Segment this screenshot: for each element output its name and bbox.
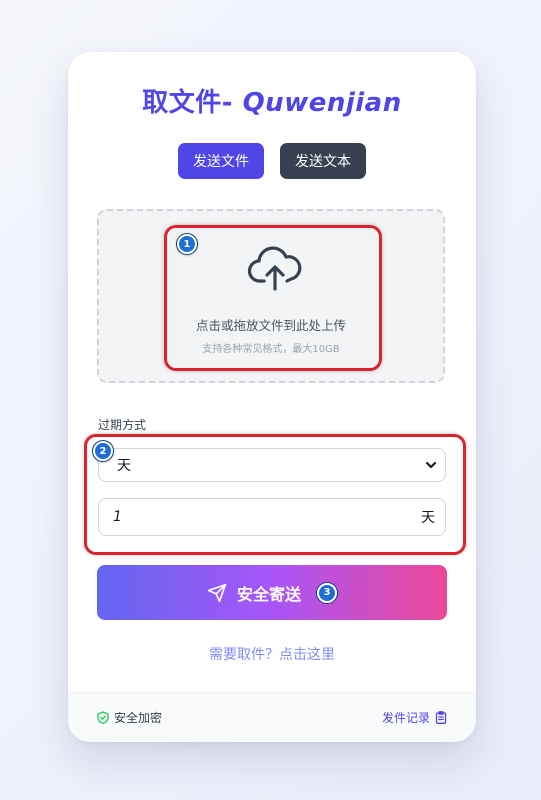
tab-send-text[interactable]: 发送文本 [280,143,366,179]
chevron-down-icon [425,461,437,469]
expiry-select[interactable]: 天 [98,448,446,482]
cloud-upload-icon [247,246,302,291]
page-title: 取文件- Quwenjian [68,82,476,119]
send-button-label: 安全寄送 [236,584,301,604]
annotation-badge-3: 3 [317,582,337,603]
expiry-amount-value: 1 [113,509,122,525]
expiry-label: 过期方式 [98,418,147,432]
retrieve-link[interactable]: 需要取件？点击这里 [68,644,476,664]
card-footer: 安全加密 发件记录 [68,692,476,742]
secure-send-button[interactable]: 安全寄送 3 [97,565,447,620]
expiry-unit-label: 天 [421,510,435,526]
clipboard-list-icon [435,711,447,724]
send-history-link[interactable]: 发件记录 [382,709,447,726]
send-card: 取文件- Quwenjian 发送文件 发送文本 点击或拖放文件到此处上传 支持… [68,52,476,742]
file-dropzone[interactable]: 点击或拖放文件到此处上传 支持各种常见格式，最大10GB [97,209,445,383]
expiry-select-value: 天 [117,458,131,474]
secure-label: 安全加密 [114,711,163,725]
mode-tabs: 发送文件 发送文本 [68,143,476,179]
secure-indicator: 安全加密 [97,709,162,726]
tab-send-file[interactable]: 发送文件 [178,143,264,179]
title-latin: Quwenjian [233,88,402,118]
paper-plane-icon [207,583,227,602]
title-cn: 取文件- [142,88,234,118]
dropzone-instruction: 点击或拖放文件到此处上传 [195,318,346,333]
expiry-amount-input[interactable]: 1 天 [98,498,446,536]
dropzone-hint: 支持各种常见格式，最大10GB [202,344,340,355]
shield-check-icon [97,711,109,724]
annotation-badge-1: 1 [177,234,197,254]
annotation-badge-2: 2 [93,441,113,461]
history-label: 发件记录 [381,711,430,725]
